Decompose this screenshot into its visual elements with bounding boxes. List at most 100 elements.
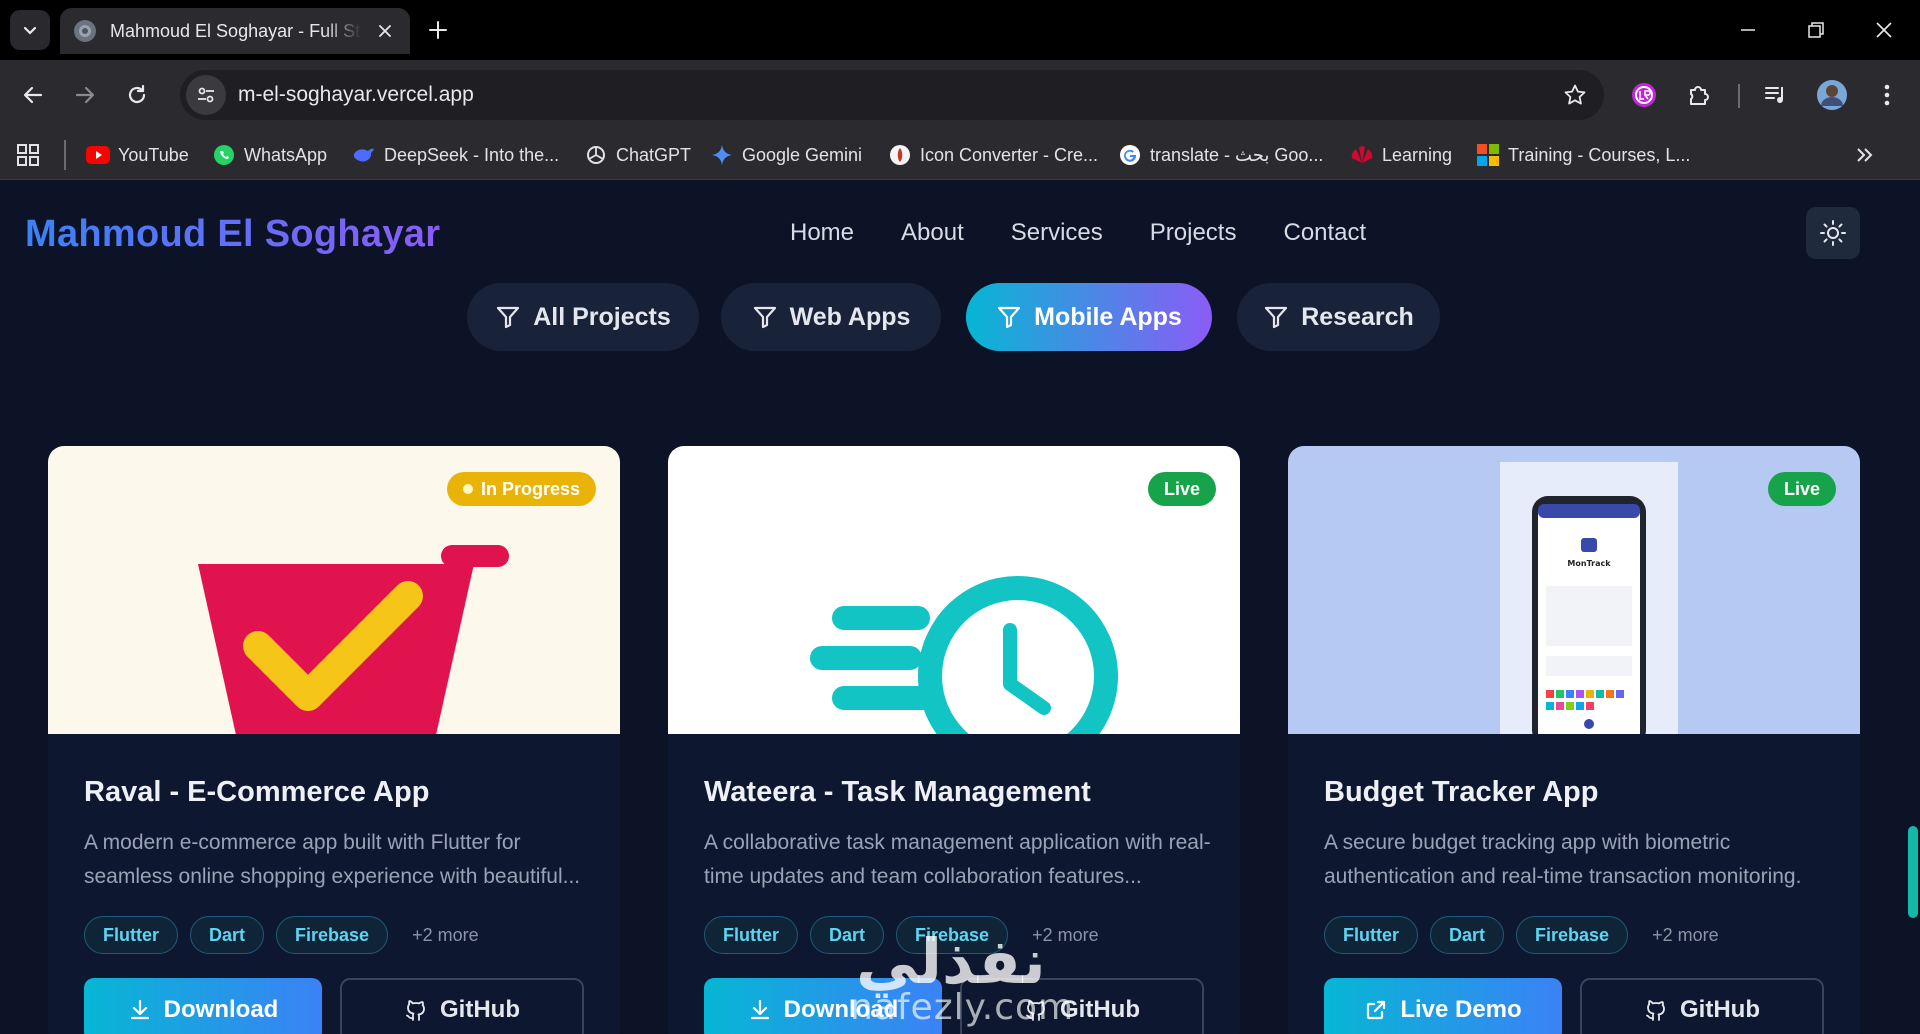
- github-icon: [1646, 1000, 1665, 1021]
- github-icon: [1026, 1000, 1045, 1021]
- tag-flutter: Flutter: [1324, 916, 1418, 954]
- tag-flutter: Flutter: [704, 916, 798, 954]
- reload-button[interactable]: [116, 74, 158, 116]
- site-info-button[interactable]: [186, 75, 226, 115]
- project-tags: Flutter Dart Firebase +2 more: [84, 916, 479, 954]
- project-image-raval: In Progress: [48, 446, 620, 734]
- project-tags: Flutter Dart Firebase +2 more: [704, 916, 1099, 954]
- icon-converter-icon: [888, 143, 912, 167]
- minimize-window-button[interactable]: [1718, 8, 1778, 52]
- nav-projects[interactable]: Projects: [1150, 219, 1237, 247]
- deepseek-icon: [352, 143, 376, 167]
- apps-grid-button[interactable]: [16, 140, 40, 170]
- bookmark-training[interactable]: Training - Courses, L...: [1476, 140, 1690, 170]
- project-card-budget-tracker: MonTrack Live Budget Tracker App A secur…: [1288, 446, 1860, 1034]
- bookmark-gemini[interactable]: Google Gemini: [710, 140, 862, 170]
- project-description: A modern e-commerce app built with Flutt…: [84, 831, 581, 888]
- download-icon: [130, 999, 149, 1020]
- site-menu: Home About Services Projects Contact: [790, 219, 1366, 247]
- status-badge: In Progress: [446, 472, 596, 506]
- extensions-puzzle-icon[interactable]: [1682, 78, 1716, 112]
- nav-contact[interactable]: Contact: [1283, 219, 1366, 247]
- new-tab-button[interactable]: [420, 12, 456, 48]
- reload-icon: [128, 84, 146, 104]
- bookmarks-separator: [64, 140, 66, 170]
- sun-icon: [1820, 220, 1846, 246]
- nav-services[interactable]: Services: [1011, 219, 1103, 247]
- youtube-icon: [86, 143, 110, 167]
- bookmark-youtube[interactable]: YouTube: [86, 140, 189, 170]
- github-button[interactable]: GitHub: [960, 978, 1204, 1034]
- address-url[interactable]: m-el-soghayar.vercel.app: [238, 83, 474, 107]
- more-bookmarks-button[interactable]: [1854, 140, 1874, 170]
- bookmark-whatsapp[interactable]: WhatsApp: [212, 140, 327, 170]
- forward-button[interactable]: [64, 74, 106, 116]
- download-button[interactable]: Download: [84, 978, 322, 1034]
- tag-firebase: Firebase: [276, 916, 389, 954]
- theme-toggle-button[interactable]: [1806, 207, 1860, 259]
- tag-dart: Dart: [190, 916, 265, 954]
- more-tags: +2 more: [1032, 924, 1099, 945]
- back-button[interactable]: [12, 74, 54, 116]
- page-scrollbar-thumb[interactable]: [1908, 826, 1918, 918]
- tune-icon: [198, 87, 214, 103]
- tab-search-button[interactable]: [10, 10, 50, 50]
- arrow-left-icon: [23, 86, 43, 104]
- project-title: Wateera - Task Management: [704, 776, 1091, 808]
- tab-close-icon[interactable]: [374, 20, 396, 42]
- filter-icon: [1265, 306, 1288, 329]
- bookmark-icon-converter[interactable]: Icon Converter - Cre...: [888, 140, 1098, 170]
- toolbar-separator: [1738, 84, 1740, 108]
- minimize-icon: [1741, 29, 1755, 31]
- filter-all-projects[interactable]: All Projects: [467, 283, 699, 351]
- restore-window-button[interactable]: [1786, 8, 1846, 52]
- plus-icon: [429, 21, 447, 39]
- project-filters: All Projects Web Apps Mobile Apps Resear…: [0, 283, 1920, 353]
- bookmark-deepseek[interactable]: DeepSeek - Into the...: [352, 140, 559, 170]
- extension-lr-icon[interactable]: [1627, 78, 1661, 112]
- phone-app-name: MonTrack: [1567, 559, 1611, 568]
- nav-home[interactable]: Home: [790, 219, 854, 247]
- chevron-down-icon: [23, 26, 37, 35]
- filter-research[interactable]: Research: [1237, 283, 1440, 351]
- tab-title: Mahmoud El Soghayar - Full Stack: [110, 20, 362, 41]
- bookmark-star-icon[interactable]: [1560, 80, 1590, 110]
- profile-avatar[interactable]: [1815, 78, 1849, 112]
- filter-mobile-apps[interactable]: Mobile Apps: [966, 283, 1212, 351]
- project-title: Budget Tracker App: [1324, 776, 1599, 808]
- bookmark-learning[interactable]: Learning: [1350, 140, 1452, 170]
- filter-web-apps[interactable]: Web Apps: [721, 283, 941, 351]
- live-demo-button[interactable]: Live Demo: [1324, 978, 1562, 1034]
- gemini-icon: [710, 143, 734, 167]
- project-card-raval: In Progress Raval - E-Commerce App A mod…: [48, 446, 620, 1034]
- browser-tab-active[interactable]: Mahmoud El Soghayar - Full Stack: [60, 8, 410, 54]
- chatgpt-icon: [584, 143, 608, 167]
- bookmark-chatgpt[interactable]: ChatGPT: [584, 140, 691, 170]
- restore-icon: [1808, 22, 1824, 38]
- tag-dart: Dart: [1430, 916, 1505, 954]
- tag-firebase: Firebase: [896, 916, 1009, 954]
- close-window-button[interactable]: [1854, 8, 1914, 52]
- more-tags: +2 more: [1652, 924, 1719, 945]
- github-button[interactable]: GitHub: [340, 978, 584, 1034]
- project-description: A secure budget tracking app with biomet…: [1324, 831, 1802, 888]
- google-icon: [1118, 143, 1142, 167]
- menu-kebab-icon[interactable]: [1870, 78, 1904, 112]
- media-control-icon[interactable]: [1759, 78, 1793, 112]
- download-button[interactable]: Download: [704, 978, 942, 1034]
- site-brand[interactable]: Mahmoud El Soghayar: [25, 213, 440, 256]
- github-button[interactable]: GitHub: [1580, 978, 1824, 1034]
- site-navbar: Mahmoud El Soghayar Home About Services …: [0, 181, 1920, 281]
- nav-about[interactable]: About: [901, 219, 964, 247]
- page-viewport: Mahmoud El Soghayar Home About Services …: [0, 181, 1920, 1034]
- external-link-icon: [1367, 1000, 1386, 1020]
- bookmark-translate[interactable]: translate - بحث Goo...: [1118, 140, 1323, 170]
- project-card-wateera: Live Wateera - Task Management A collabo…: [668, 446, 1240, 1034]
- status-badge: Live: [1767, 472, 1836, 506]
- microsoft-icon: [1476, 143, 1500, 167]
- address-bar[interactable]: m-el-soghayar.vercel.app: [180, 70, 1604, 120]
- browser-tab-bar: Mahmoud El Soghayar - Full Stack: [0, 0, 1920, 60]
- project-tags: Flutter Dart Firebase +2 more: [1324, 916, 1719, 954]
- double-chevron-right-icon: [1857, 148, 1873, 162]
- filter-icon: [753, 306, 776, 329]
